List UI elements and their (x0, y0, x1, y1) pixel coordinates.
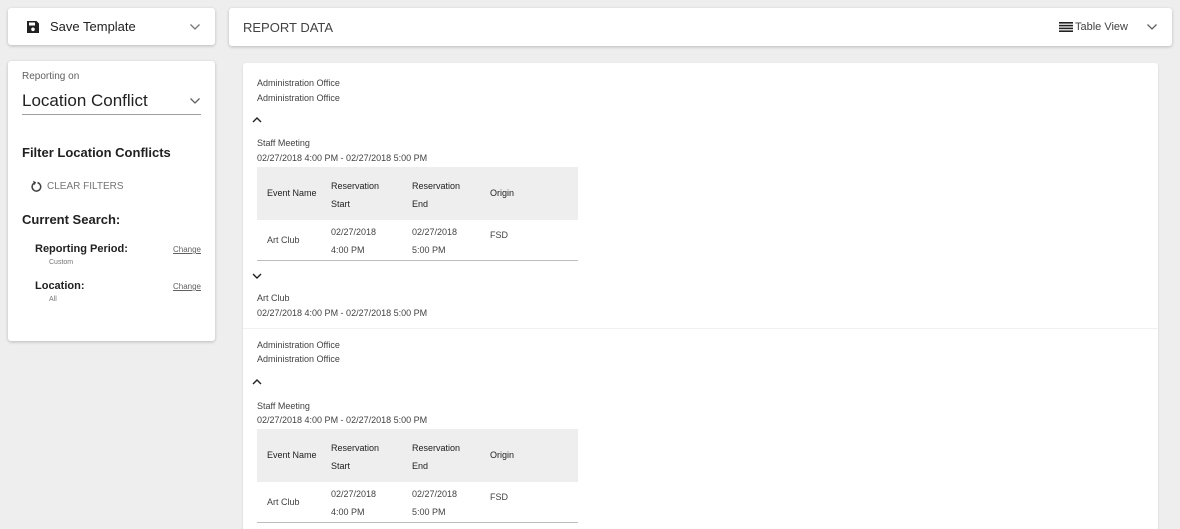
criteria-reporting-period: Reporting Period: Change Custom (22, 243, 201, 266)
cell-origin: FSD (490, 492, 508, 502)
location-name: Administration Office (257, 78, 340, 88)
conflict-table: Event Name Reservation Start Reservation… (257, 429, 578, 523)
current-search-heading: Current Search: (22, 212, 121, 227)
header-line: Reservation (412, 180, 461, 191)
criteria-label: Reporting Period: (35, 243, 128, 255)
save-icon (27, 20, 39, 33)
change-link[interactable]: Change (173, 245, 201, 254)
conflict-range: 02/27/2018 4:00 PM - 02/27/2018 5:00 PM (257, 308, 428, 318)
header-line: Reservation (331, 180, 380, 191)
cell-date: 02/27/2018 (331, 489, 377, 499)
col-origin: Origin (490, 188, 515, 198)
conflict-table: Event Name Reservation Start Reservation… (257, 167, 578, 261)
col-reservation-start: Reservation Start (331, 176, 412, 212)
cell-time: 5:00 PM (412, 507, 446, 517)
chevron-down-icon[interactable] (252, 273, 262, 279)
cell-origin: FSD (490, 230, 508, 240)
save-template-button[interactable]: Save Template (8, 8, 215, 45)
cell-time: 4:00 PM (331, 245, 365, 255)
conflict-title: Art Club (257, 293, 290, 303)
chevron-down-icon (190, 98, 200, 104)
save-template-label: Save Template (50, 19, 136, 34)
report-title: REPORT DATA (243, 19, 334, 35)
report-header: REPORT DATA Table View (229, 8, 1172, 46)
table-header: Event Name Reservation Start Reservation… (257, 429, 578, 482)
col-event-name: Event Name (267, 188, 317, 198)
filter-sidebar: Reporting on Location Conflict Filter Lo… (8, 61, 215, 341)
cell-time: 4:00 PM (331, 507, 365, 517)
table-view-label: Table View (1075, 21, 1128, 33)
location-name: Administration Office (257, 340, 340, 350)
event-title: Staff Meeting (257, 401, 310, 411)
chevron-down-icon[interactable] (1146, 23, 1158, 31)
event-range: 02/27/2018 4:00 PM - 02/27/2018 5:00 PM (257, 415, 428, 425)
cell-end: 02/27/2018 5:00 PM (412, 484, 490, 520)
table-view-toggle[interactable]: Table View (1059, 21, 1128, 33)
table-header: Event Name Reservation Start Reservation… (257, 167, 578, 220)
header-line: Start (331, 198, 351, 209)
header-line: Reservation (412, 442, 461, 453)
reset-icon (31, 180, 42, 192)
clear-filters-button[interactable]: CLEAR FILTERS (22, 180, 201, 192)
clear-filters-label: CLEAR FILTERS (47, 180, 124, 192)
change-link[interactable]: Change (173, 282, 201, 291)
cell-event-name: Art Club (267, 496, 300, 507)
cell-start: 02/27/2018 4:00 PM (331, 222, 412, 258)
header-line: End (412, 460, 429, 471)
cell-date: 02/27/2018 (412, 227, 458, 237)
report-type-value: Location Conflict (22, 91, 148, 110)
criteria-label: Location: (35, 280, 85, 292)
header-line: End (412, 198, 429, 209)
col-reservation-end: Reservation End (412, 176, 490, 212)
conflict-group: Administration Office Administration Off… (243, 328, 1158, 529)
conflict-group: Administration Office Administration Off… (243, 63, 1158, 328)
col-reservation-end: Reservation End (412, 438, 490, 474)
col-reservation-start: Reservation Start (331, 438, 412, 474)
header-line: Start (331, 460, 351, 471)
cell-date: 02/27/2018 (412, 489, 458, 499)
table-row: Art Club 02/27/2018 4:00 PM 02/27/2018 5… (257, 482, 578, 523)
cell-date: 02/27/2018 (331, 227, 377, 237)
chevron-up-icon[interactable] (252, 117, 262, 123)
criteria-location: Location: Change All (22, 280, 201, 303)
header-line: Reservation (331, 442, 380, 453)
table-row: Art Club 02/27/2018 4:00 PM 02/27/2018 5… (257, 220, 578, 261)
list-icon (1059, 22, 1073, 32)
report-content: Administration Office Administration Off… (243, 63, 1158, 529)
cell-event-name: Art Club (267, 234, 300, 245)
report-type-select[interactable]: Location Conflict (22, 88, 201, 115)
cell-start: 02/27/2018 4:00 PM (331, 484, 412, 520)
event-title: Staff Meeting (257, 138, 310, 148)
location-name: Administration Office (257, 93, 340, 103)
col-origin: Origin (490, 450, 515, 460)
criteria-value: All (49, 296, 57, 303)
col-event-name: Event Name (267, 450, 317, 460)
location-name: Administration Office (257, 354, 340, 364)
criteria-value: Custom (49, 259, 74, 266)
filter-title: Filter Location Conflicts (22, 145, 171, 160)
cell-end: 02/27/2018 5:00 PM (412, 222, 490, 258)
chevron-down-icon[interactable] (189, 23, 201, 31)
cell-time: 5:00 PM (412, 245, 446, 255)
chevron-up-icon[interactable] (252, 379, 262, 385)
event-range: 02/27/2018 4:00 PM - 02/27/2018 5:00 PM (257, 153, 428, 163)
reporting-on-label: Reporting on (22, 71, 80, 82)
